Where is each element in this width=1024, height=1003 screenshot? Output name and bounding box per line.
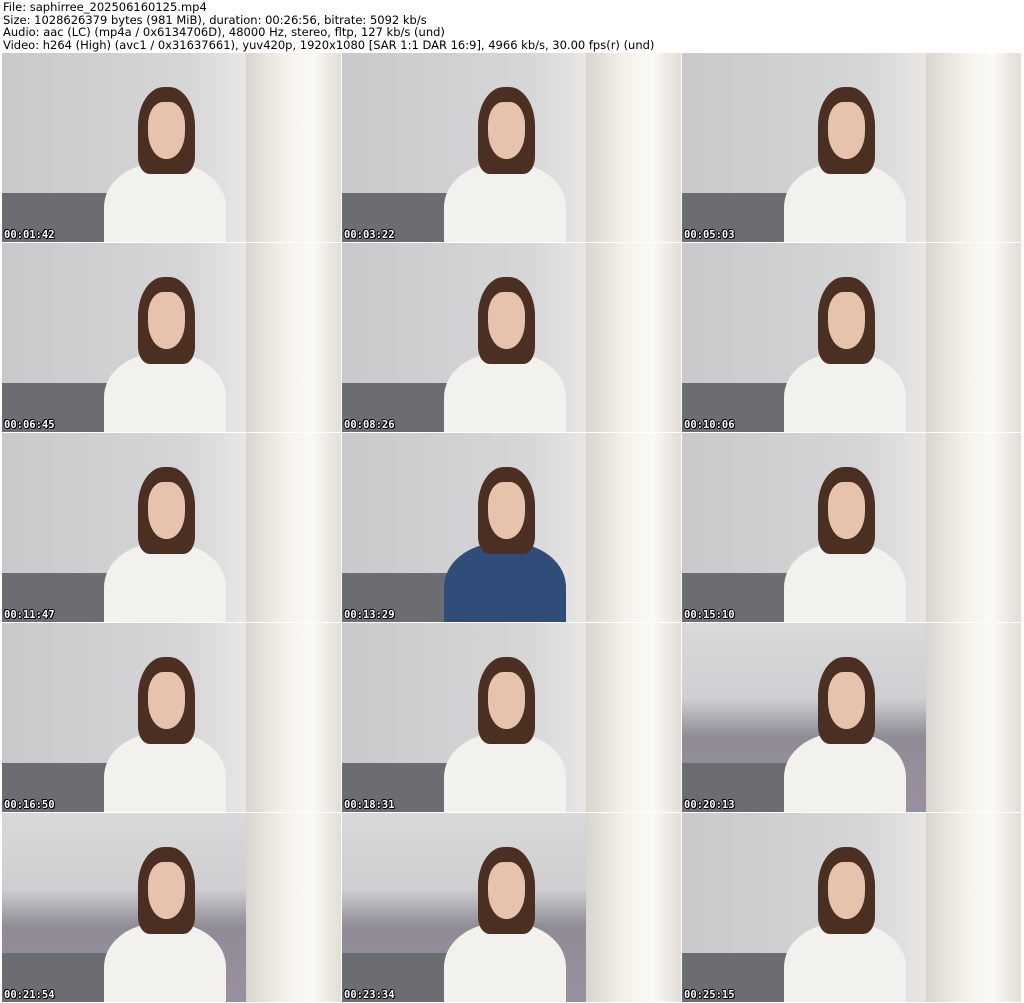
curtain xyxy=(246,813,341,1002)
curtain xyxy=(586,433,681,622)
timestamp: 00:03:22 xyxy=(344,229,395,241)
timestamp: 00:11:47 xyxy=(4,609,55,621)
person-face xyxy=(147,482,186,539)
timestamp: 00:13:29 xyxy=(344,609,395,621)
curtain xyxy=(926,243,1021,432)
timestamp: 00:15:10 xyxy=(684,609,735,621)
curtain xyxy=(246,243,341,432)
video-thumbnail: 00:18:31 xyxy=(342,623,681,812)
person-figure xyxy=(443,922,566,1002)
person-figure xyxy=(443,732,566,812)
curtain xyxy=(586,623,681,812)
video-info: Video: h264 (High) (avc1 / 0x31637661), … xyxy=(3,37,655,52)
video-thumbnail: 00:03:22 xyxy=(342,53,681,242)
video-thumbnail: 00:20:13 xyxy=(682,623,1021,812)
video-thumbnail: 00:08:26 xyxy=(342,243,681,432)
curtain xyxy=(586,53,681,242)
person-figure xyxy=(103,352,226,432)
person-figure xyxy=(783,922,906,1002)
curtain xyxy=(926,53,1021,242)
person-face xyxy=(147,862,186,919)
timestamp: 00:10:06 xyxy=(684,419,735,431)
person-face xyxy=(827,482,866,539)
person-face xyxy=(827,292,866,349)
person-figure xyxy=(783,732,906,812)
person-face xyxy=(827,672,866,729)
person-figure xyxy=(443,352,566,432)
curtain xyxy=(586,243,681,432)
curtain xyxy=(246,433,341,622)
audio-info: Audio: aac (LC) (mp4a / 0x6134706D), 480… xyxy=(3,25,445,40)
video-thumbnail: 00:25:15 xyxy=(682,813,1021,1002)
person-face xyxy=(147,672,186,729)
video-thumbnail: 00:23:34 xyxy=(342,813,681,1002)
person-figure xyxy=(783,162,906,242)
timestamp: 00:23:34 xyxy=(344,989,395,1001)
timestamp: 00:06:45 xyxy=(4,419,55,431)
person-figure xyxy=(443,162,566,242)
timestamp: 00:08:26 xyxy=(344,419,395,431)
file-name: File: saphirree_202506160125.mp4 xyxy=(3,0,207,14)
timestamp: 00:16:50 xyxy=(4,799,55,811)
curtain xyxy=(926,623,1021,812)
video-thumbnail: 00:11:47 xyxy=(2,433,341,622)
curtain xyxy=(246,53,341,242)
timestamp: 00:01:42 xyxy=(4,229,55,241)
timestamp: 00:21:54 xyxy=(4,989,55,1001)
person-face xyxy=(147,292,186,349)
video-thumbnail: 00:21:54 xyxy=(2,813,341,1002)
curtain xyxy=(926,433,1021,622)
person-face xyxy=(487,102,526,159)
person-figure xyxy=(103,162,226,242)
person-figure xyxy=(103,542,226,622)
video-thumbnail: 00:01:42 xyxy=(2,53,341,242)
person-figure xyxy=(443,542,566,622)
video-thumbnail: 00:05:03 xyxy=(682,53,1021,242)
person-face xyxy=(487,672,526,729)
person-face xyxy=(827,102,866,159)
video-thumbnail: 00:10:06 xyxy=(682,243,1021,432)
person-figure xyxy=(783,542,906,622)
video-thumbnail: 00:15:10 xyxy=(682,433,1021,622)
thumbnail-grid: 00:01:42 00:03:22 00:05:03 00:06:45 00:08:26… xyxy=(2,53,1021,1002)
person-face xyxy=(487,862,526,919)
curtain xyxy=(586,813,681,1002)
person-figure xyxy=(103,922,226,1002)
person-face xyxy=(147,102,186,159)
video-thumbnail: 00:16:50 xyxy=(2,623,341,812)
timestamp: 00:05:03 xyxy=(684,229,735,241)
person-face xyxy=(487,482,526,539)
timestamp: 00:25:15 xyxy=(684,989,735,1001)
curtain xyxy=(926,813,1021,1002)
person-face xyxy=(487,292,526,349)
person-face xyxy=(827,862,866,919)
timestamp: 00:18:31 xyxy=(344,799,395,811)
person-figure xyxy=(783,352,906,432)
video-thumbnail: 00:06:45 xyxy=(2,243,341,432)
curtain xyxy=(246,623,341,812)
person-figure xyxy=(103,732,226,812)
timestamp: 00:20:13 xyxy=(684,799,735,811)
video-thumbnail: 00:13:29 xyxy=(342,433,681,622)
file-info-header: File: saphirree_202506160125.mp4 Size: 10… xyxy=(3,1,654,51)
